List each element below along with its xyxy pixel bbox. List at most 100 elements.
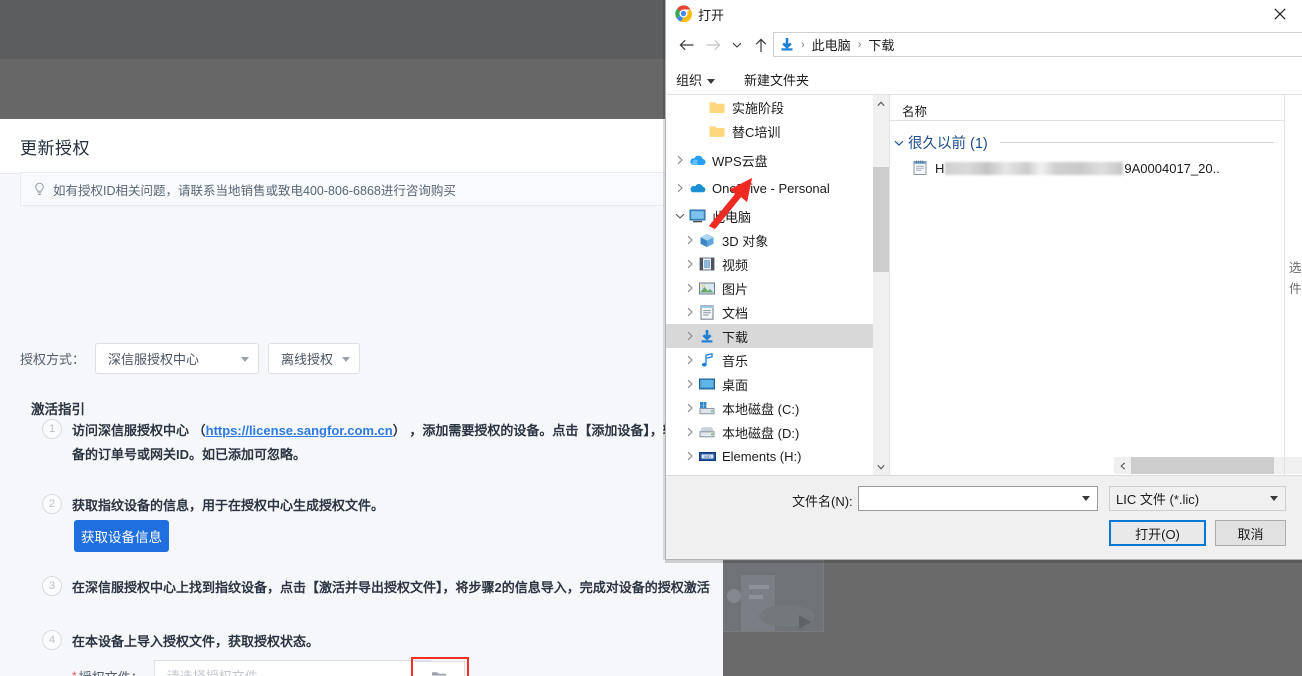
tree-item-label: 图片 <box>722 281 749 297</box>
cancel-button[interactable]: 取消 <box>1215 520 1286 546</box>
file-list-item[interactable]: H 9A0004017_20.. <box>890 156 1284 180</box>
step1-text-after: ） ，添加需要授权的设备。点击【添加设备】，输入 <box>392 423 689 438</box>
desktop-icon <box>698 376 716 392</box>
organize-menu[interactable]: 组织 <box>676 70 716 89</box>
chevron-right-icon[interactable] <box>682 259 698 269</box>
filename-label: 文件名(N): <box>792 494 853 509</box>
tree-item-onedrive[interactable]: OneDrive - Personal <box>666 176 889 200</box>
chevron-right-icon[interactable] <box>672 183 688 193</box>
tree-item-local-disk-c[interactable]: 本地磁盘 (C:) <box>666 396 889 420</box>
scrollbar-thumb[interactable] <box>1131 457 1274 474</box>
open-button[interactable]: 打开(O) <box>1109 520 1206 546</box>
scroll-up-button[interactable] <box>873 95 889 112</box>
chevron-down-icon <box>241 356 250 362</box>
chevron-right-icon[interactable] <box>682 355 698 365</box>
new-folder-button[interactable]: 新建文件夹 <box>744 70 809 89</box>
breadcrumb-this-pc[interactable]: 此电脑 <box>812 35 851 54</box>
back-button[interactable] <box>676 35 698 55</box>
tree-item-label: 下载 <box>722 329 749 345</box>
tree-item-label: 此电脑 <box>712 209 752 225</box>
up-button[interactable] <box>750 35 772 55</box>
auth-center-value: 深信服授权中心 <box>108 352 200 367</box>
tree-item-music[interactable]: 音乐 <box>666 348 889 372</box>
chevron-right-icon[interactable] <box>672 155 688 165</box>
scrollbar-thumb[interactable] <box>873 167 889 272</box>
tree-item-folder[interactable]: 实施阶段 <box>666 95 889 119</box>
forward-button[interactable] <box>702 35 724 55</box>
browse-file-button[interactable] <box>415 661 465 676</box>
onedrive-icon <box>688 180 706 196</box>
dialog-title: 打开 <box>698 8 725 23</box>
tree-vertical-scrollbar[interactable] <box>873 95 889 475</box>
chevron-right-icon[interactable] <box>682 331 698 341</box>
lic-file-icon <box>913 160 927 175</box>
close-dialog-button[interactable] <box>1257 0 1302 28</box>
guide-step-4: 4 在本设备上导入授权文件，获取授权状态。 <box>42 630 319 654</box>
file-list-horizontal-scrollbar[interactable] <box>1114 457 1302 474</box>
organize-label: 组织 <box>676 73 703 88</box>
step-number: 3 <box>42 576 62 596</box>
tree-item-videos[interactable]: 视频 <box>666 252 889 276</box>
chevron-right-icon[interactable] <box>682 379 698 389</box>
ghost-play-shape <box>799 615 811 629</box>
chevron-right-icon[interactable] <box>682 427 698 437</box>
wps-cloud-icon <box>688 152 706 168</box>
auth-center-select[interactable]: 深信服授权中心 <box>95 343 260 374</box>
tree-item-pictures[interactable]: 图片 <box>666 276 889 300</box>
breadcrumb-downloads[interactable]: 下载 <box>868 35 894 54</box>
this-pc-icon <box>688 208 706 224</box>
dialog-footer: 文件名(N): LIC 文件 (*.lic) 打开(O) 取消 <box>666 475 1302 559</box>
chevron-down-icon[interactable] <box>672 212 688 220</box>
guide-step-3: 3 在深信服授权中心上找到指纹设备，点击【激活并导出授权文件】，将步骤2的信息导… <box>42 576 710 600</box>
tree-item-folder[interactable]: 替C培训 <box>666 119 889 143</box>
column-header-name[interactable]: 名称 <box>902 101 927 120</box>
activation-guide-title: 激活指引 <box>31 402 85 417</box>
scroll-down-button[interactable] <box>873 458 889 475</box>
chevron-down-icon[interactable] <box>1082 496 1090 501</box>
step-text: 访问深信服授权中心 （https://license.sangfor.com.c… <box>72 419 689 467</box>
license-file-input[interactable] <box>153 660 432 676</box>
tree-item-downloads[interactable]: 下载 <box>666 324 889 348</box>
notice-bar: 如有授权ID相关问题，请联系当地销售或致电400-806-6868进行咨询购买 <box>20 172 720 206</box>
dialog-shadow-bottom <box>665 560 1302 563</box>
chevron-down-icon[interactable] <box>890 139 908 147</box>
scroll-left-button[interactable] <box>1114 457 1131 474</box>
filename-input[interactable] <box>859 491 1077 506</box>
filename-field[interactable] <box>858 486 1098 511</box>
file-list-header: 名称 <box>890 95 1284 121</box>
music-icon <box>698 352 716 368</box>
tree-item-desktop[interactable]: 桌面 <box>666 372 889 396</box>
tree-item-label: 文档 <box>722 305 749 321</box>
tree-item-label: Elements (H:) <box>722 448 802 464</box>
chevron-right-icon[interactable] <box>682 307 698 317</box>
file-name-prefix: H <box>935 160 945 176</box>
navigation-tree[interactable]: 实施阶段 替C培训 WPS云盘 OneDrive - Personal 此电脑 … <box>666 95 890 475</box>
chevron-right-icon[interactable] <box>682 283 698 293</box>
tree-item-label: 本地磁盘 (D:) <box>722 425 800 441</box>
tree-item-label: 3D 对象 <box>722 233 769 249</box>
chevron-right-icon[interactable] <box>682 451 698 461</box>
open-file-dialog: 打开 › 此电脑 › 下载 组织 新建文件夹 实施阶段 替C培训 WPS云盘 O… <box>665 0 1302 560</box>
step1-text-before: 访问深信服授权中心 （ <box>72 423 206 438</box>
tree-item-elements-h[interactable]: WD Elements (H:) <box>666 444 889 468</box>
filetype-select[interactable]: LIC 文件 (*.lic) <box>1109 486 1286 511</box>
chevron-right-icon[interactable] <box>682 235 698 245</box>
filetype-value: LIC 文件 (*.lic) <box>1116 492 1200 507</box>
tree-item-documents[interactable]: 文档 <box>666 300 889 324</box>
license-center-link[interactable]: https://license.sangfor.com.cn <box>206 423 393 438</box>
tree-item-3d-objects[interactable]: 3D 对象 <box>666 228 889 252</box>
folder-open-icon <box>431 671 447 676</box>
auth-mode-select[interactable]: 离线授权 <box>268 343 361 374</box>
chevron-right-icon[interactable] <box>682 403 698 413</box>
tree-item-wps-cloud[interactable]: WPS云盘 <box>666 148 889 172</box>
chevron-down-icon <box>707 79 716 85</box>
tree-item-local-disk-d[interactable]: 本地磁盘 (D:) <box>666 420 889 444</box>
dialog-navigation-bar: › 此电脑 › 下载 <box>666 28 1302 62</box>
3d-objects-icon <box>698 232 716 248</box>
file-group-header[interactable]: 很久以前 (1) <box>890 129 1284 156</box>
step-text: 在本设备上导入授权文件，获取授权状态。 <box>72 634 320 649</box>
tree-item-this-pc[interactable]: 此电脑 <box>666 204 889 228</box>
recent-locations-button[interactable] <box>726 35 748 55</box>
address-bar[interactable]: › 此电脑 › 下载 <box>773 32 1302 57</box>
get-device-info-button[interactable]: 获取设备信息 <box>74 520 169 552</box>
